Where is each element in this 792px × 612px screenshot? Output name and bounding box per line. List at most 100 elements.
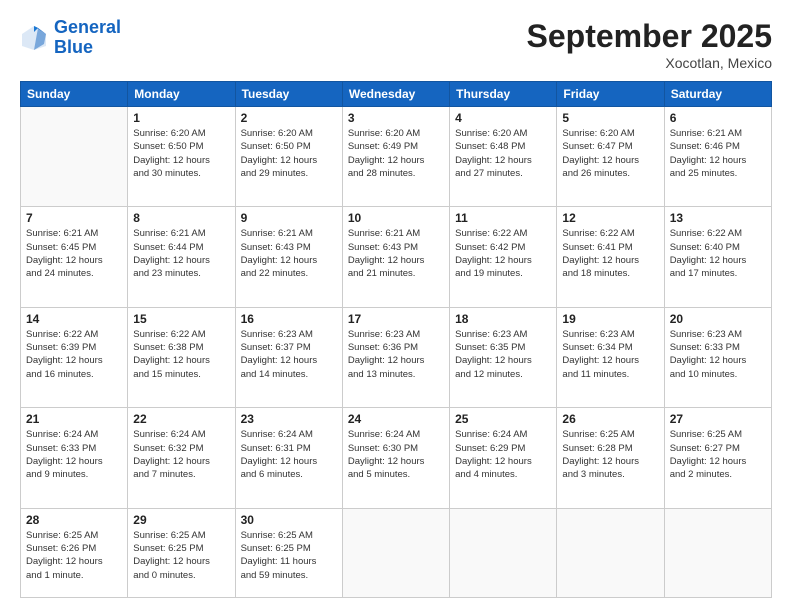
day-info: Sunrise: 6:25 AMSunset: 6:26 PMDaylight:… xyxy=(26,529,122,582)
week-row-3: 14 Sunrise: 6:22 AMSunset: 6:39 PMDayligh… xyxy=(21,307,772,407)
calendar-cell-w2-d4: 10 Sunrise: 6:21 AMSunset: 6:43 PMDayligh… xyxy=(342,207,449,307)
calendar-cell-w3-d1: 14 Sunrise: 6:22 AMSunset: 6:39 PMDayligh… xyxy=(21,307,128,407)
day-number: 23 xyxy=(241,412,337,426)
calendar-cell-w5-d7 xyxy=(664,508,771,597)
day-info: Sunrise: 6:23 AMSunset: 6:35 PMDaylight:… xyxy=(455,328,551,381)
calendar-cell-w4-d6: 26 Sunrise: 6:25 AMSunset: 6:28 PMDayligh… xyxy=(557,408,664,508)
day-number: 27 xyxy=(670,412,766,426)
day-number: 4 xyxy=(455,111,551,125)
header-friday: Friday xyxy=(557,82,664,107)
header-saturday: Saturday xyxy=(664,82,771,107)
day-info: Sunrise: 6:24 AMSunset: 6:30 PMDaylight:… xyxy=(348,428,444,481)
day-number: 1 xyxy=(133,111,229,125)
day-info: Sunrise: 6:23 AMSunset: 6:36 PMDaylight:… xyxy=(348,328,444,381)
day-number: 3 xyxy=(348,111,444,125)
day-number: 8 xyxy=(133,211,229,225)
day-number: 29 xyxy=(133,513,229,527)
week-row-5: 28 Sunrise: 6:25 AMSunset: 6:26 PMDayligh… xyxy=(21,508,772,597)
day-number: 20 xyxy=(670,312,766,326)
calendar-cell-w2-d2: 8 Sunrise: 6:21 AMSunset: 6:44 PMDaylight… xyxy=(128,207,235,307)
day-number: 21 xyxy=(26,412,122,426)
header-monday: Monday xyxy=(128,82,235,107)
calendar-cell-w2-d1: 7 Sunrise: 6:21 AMSunset: 6:45 PMDaylight… xyxy=(21,207,128,307)
calendar-cell-w1-d6: 5Sunrise: 6:20 AMSunset: 6:47 PMDaylight… xyxy=(557,107,664,207)
day-number: 6 xyxy=(670,111,766,125)
day-info: Sunrise: 6:20 AMSunset: 6:50 PMDaylight:… xyxy=(241,127,337,180)
logo-icon xyxy=(20,24,48,52)
calendar-cell-w3-d2: 15Sunrise: 6:22 AMSunset: 6:38 PMDayligh… xyxy=(128,307,235,407)
calendar-cell-w5-d3: 30Sunrise: 6:25 AMSunset: 6:25 PMDayligh… xyxy=(235,508,342,597)
calendar-cell-w1-d1 xyxy=(21,107,128,207)
logo: General Blue xyxy=(20,18,121,58)
calendar-cell-w5-d2: 29 Sunrise: 6:25 AMSunset: 6:25 PMDayligh… xyxy=(128,508,235,597)
day-number: 22 xyxy=(133,412,229,426)
title-block: September 2025 Xocotlan, Mexico xyxy=(527,18,772,71)
location-subtitle: Xocotlan, Mexico xyxy=(527,55,772,71)
calendar-cell-w2-d3: 9 Sunrise: 6:21 AMSunset: 6:43 PMDaylight… xyxy=(235,207,342,307)
day-number: 11 xyxy=(455,211,551,225)
day-number: 18 xyxy=(455,312,551,326)
day-info: Sunrise: 6:21 AMSunset: 6:43 PMDaylight:… xyxy=(241,227,337,280)
calendar-cell-w1-d7: 6 Sunrise: 6:21 AMSunset: 6:46 PMDaylight… xyxy=(664,107,771,207)
day-info: Sunrise: 6:22 AMSunset: 6:40 PMDaylight:… xyxy=(670,227,766,280)
calendar-cell-w4-d7: 27 Sunrise: 6:25 AMSunset: 6:27 PMDayligh… xyxy=(664,408,771,508)
calendar-cell-w4-d2: 22 Sunrise: 6:24 AMSunset: 6:32 PMDayligh… xyxy=(128,408,235,508)
calendar-cell-w4-d5: 25 Sunrise: 6:24 AMSunset: 6:29 PMDayligh… xyxy=(450,408,557,508)
day-info: Sunrise: 6:21 AMSunset: 6:45 PMDaylight:… xyxy=(26,227,122,280)
calendar-cell-w4-d4: 24Sunrise: 6:24 AMSunset: 6:30 PMDayligh… xyxy=(342,408,449,508)
day-number: 12 xyxy=(562,211,658,225)
day-number: 26 xyxy=(562,412,658,426)
logo-line1: General xyxy=(54,17,121,37)
day-info: Sunrise: 6:25 AMSunset: 6:25 PMDaylight:… xyxy=(133,529,229,582)
page: General Blue September 2025 Xocotlan, Me… xyxy=(0,0,792,612)
day-number: 16 xyxy=(241,312,337,326)
day-info: Sunrise: 6:20 AMSunset: 6:48 PMDaylight:… xyxy=(455,127,551,180)
day-number: 10 xyxy=(348,211,444,225)
calendar-cell-w3-d5: 18 Sunrise: 6:23 AMSunset: 6:35 PMDayligh… xyxy=(450,307,557,407)
day-info: Sunrise: 6:22 AMSunset: 6:38 PMDaylight:… xyxy=(133,328,229,381)
header-thursday: Thursday xyxy=(450,82,557,107)
calendar-cell-w2-d7: 13 Sunrise: 6:22 AMSunset: 6:40 PMDayligh… xyxy=(664,207,771,307)
calendar-cell-w2-d6: 12 Sunrise: 6:22 AMSunset: 6:41 PMDayligh… xyxy=(557,207,664,307)
day-info: Sunrise: 6:21 AMSunset: 6:43 PMDaylight:… xyxy=(348,227,444,280)
calendar-cell-w1-d5: 4 Sunrise: 6:20 AMSunset: 6:48 PMDaylight… xyxy=(450,107,557,207)
day-number: 14 xyxy=(26,312,122,326)
week-row-1: 1 Sunrise: 6:20 AMSunset: 6:50 PMDaylight… xyxy=(21,107,772,207)
calendar-cell-w3-d4: 17 Sunrise: 6:23 AMSunset: 6:36 PMDayligh… xyxy=(342,307,449,407)
day-number: 13 xyxy=(670,211,766,225)
day-number: 28 xyxy=(26,513,122,527)
day-number: 7 xyxy=(26,211,122,225)
header-wednesday: Wednesday xyxy=(342,82,449,107)
day-number: 30 xyxy=(241,513,337,527)
calendar-cell-w2-d5: 11 Sunrise: 6:22 AMSunset: 6:42 PMDayligh… xyxy=(450,207,557,307)
calendar-cell-w3-d7: 20 Sunrise: 6:23 AMSunset: 6:33 PMDayligh… xyxy=(664,307,771,407)
day-info: Sunrise: 6:22 AMSunset: 6:41 PMDaylight:… xyxy=(562,227,658,280)
day-info: Sunrise: 6:24 AMSunset: 6:31 PMDaylight:… xyxy=(241,428,337,481)
day-info: Sunrise: 6:23 AMSunset: 6:33 PMDaylight:… xyxy=(670,328,766,381)
day-info: Sunrise: 6:24 AMSunset: 6:32 PMDaylight:… xyxy=(133,428,229,481)
day-number: 17 xyxy=(348,312,444,326)
day-number: 5 xyxy=(562,111,658,125)
weekday-header-row: Sunday Monday Tuesday Wednesday Thursday… xyxy=(21,82,772,107)
calendar-cell-w1-d2: 1Sunrise: 6:20 AMSunset: 6:50 PMDaylight… xyxy=(128,107,235,207)
day-info: Sunrise: 6:25 AMSunset: 6:27 PMDaylight:… xyxy=(670,428,766,481)
day-info: Sunrise: 6:21 AMSunset: 6:44 PMDaylight:… xyxy=(133,227,229,280)
calendar-cell-w1-d4: 3Sunrise: 6:20 AMSunset: 6:49 PMDaylight… xyxy=(342,107,449,207)
day-info: Sunrise: 6:25 AMSunset: 6:28 PMDaylight:… xyxy=(562,428,658,481)
day-info: Sunrise: 6:24 AMSunset: 6:29 PMDaylight:… xyxy=(455,428,551,481)
calendar-cell-w4-d3: 23 Sunrise: 6:24 AMSunset: 6:31 PMDayligh… xyxy=(235,408,342,508)
day-info: Sunrise: 6:23 AMSunset: 6:37 PMDaylight:… xyxy=(241,328,337,381)
day-info: Sunrise: 6:22 AMSunset: 6:42 PMDaylight:… xyxy=(455,227,551,280)
day-info: Sunrise: 6:22 AMSunset: 6:39 PMDaylight:… xyxy=(26,328,122,381)
day-number: 9 xyxy=(241,211,337,225)
calendar-cell-w5-d1: 28 Sunrise: 6:25 AMSunset: 6:26 PMDayligh… xyxy=(21,508,128,597)
calendar-cell-w3-d3: 16 Sunrise: 6:23 AMSunset: 6:37 PMDayligh… xyxy=(235,307,342,407)
header: General Blue September 2025 Xocotlan, Me… xyxy=(20,18,772,71)
logo-text: General Blue xyxy=(54,18,121,58)
day-number: 25 xyxy=(455,412,551,426)
day-info: Sunrise: 6:21 AMSunset: 6:46 PMDaylight:… xyxy=(670,127,766,180)
calendar-cell-w5-d4 xyxy=(342,508,449,597)
calendar-cell-w5-d5 xyxy=(450,508,557,597)
day-number: 2 xyxy=(241,111,337,125)
day-info: Sunrise: 6:23 AMSunset: 6:34 PMDaylight:… xyxy=(562,328,658,381)
